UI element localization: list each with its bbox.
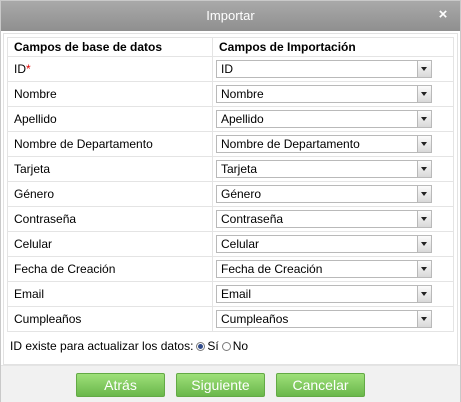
dialog-body: Campos de base de datos Campos de Import… <box>3 33 458 365</box>
chevron-down-icon[interactable] <box>417 111 431 127</box>
import-field-value: Fecha de Creación <box>221 262 323 276</box>
db-field-cell: Tarjeta <box>7 156 213 182</box>
chevron-down-icon[interactable] <box>417 286 431 302</box>
table-header-row: Campos de base de datos Campos de Import… <box>7 37 454 57</box>
db-field-label: Email <box>14 287 45 301</box>
table-row: Contraseña Contraseña <box>7 206 454 232</box>
db-field-label: Nombre <box>14 87 57 101</box>
chevron-down-icon[interactable] <box>417 61 431 77</box>
header-db-fields: Campos de base de datos <box>7 37 213 57</box>
table-row: Cumpleaños Cumpleaños <box>7 306 454 332</box>
import-field-cell: Email <box>212 281 454 307</box>
import-field-cell: Celular <box>212 231 454 257</box>
chevron-down-icon[interactable] <box>417 186 431 202</box>
next-button[interactable]: Siguiente <box>176 373 265 397</box>
chevron-down-icon[interactable] <box>417 311 431 327</box>
import-field-select[interactable]: Nombre de Departamento <box>216 135 432 153</box>
import-field-value: Nombre de Departamento <box>221 137 360 151</box>
db-field-label: ID <box>14 62 26 76</box>
db-field-cell: ID* <box>7 56 213 82</box>
import-field-value: Género <box>221 187 262 201</box>
import-field-select[interactable]: Tarjeta <box>216 160 432 178</box>
import-field-select[interactable]: Celular <box>216 235 432 253</box>
import-field-cell: Fecha de Creación <box>212 256 454 282</box>
db-field-cell: Email <box>7 281 213 307</box>
import-field-value: Celular <box>221 237 260 251</box>
import-field-select[interactable]: ID <box>216 60 432 78</box>
db-field-cell: Cumpleaños <box>7 306 213 332</box>
db-field-label: Cumpleaños <box>14 312 82 326</box>
table-row: Nombre de Departamento Nombre de Departam… <box>7 131 454 157</box>
back-button[interactable]: Atrás <box>76 373 165 397</box>
table-row: Email Email <box>7 281 454 307</box>
db-field-label: Apellido <box>14 112 57 126</box>
import-field-select[interactable]: Apellido <box>216 110 432 128</box>
radio-no-label[interactable]: No <box>233 339 248 353</box>
table-row: Tarjeta Tarjeta <box>7 156 454 182</box>
radio-yes[interactable] <box>196 341 206 351</box>
db-field-cell: Fecha de Creación <box>7 256 213 282</box>
import-field-value: Nombre <box>221 87 264 101</box>
import-field-select[interactable]: Cumpleaños <box>216 310 432 328</box>
chevron-down-icon[interactable] <box>417 86 431 102</box>
import-field-select[interactable]: Email <box>216 285 432 303</box>
import-field-cell: Contraseña <box>212 206 454 232</box>
import-field-value: Email <box>221 287 252 301</box>
import-field-value: Apellido <box>221 112 264 126</box>
import-field-value: ID <box>221 62 233 76</box>
chevron-down-icon[interactable] <box>417 261 431 277</box>
import-field-select[interactable]: Nombre <box>216 85 432 103</box>
chevron-down-icon[interactable] <box>417 161 431 177</box>
db-field-cell: Nombre de Departamento <box>7 131 213 157</box>
db-field-label: Fecha de Creación <box>14 262 116 276</box>
import-field-cell: Cumpleaños <box>212 306 454 332</box>
db-field-label: Tarjeta <box>14 162 51 176</box>
update-option-label: ID existe para actualizar los datos: <box>10 339 194 353</box>
db-field-label: Género <box>14 187 55 201</box>
db-field-cell: Apellido <box>7 106 213 132</box>
required-marker: * <box>26 62 31 76</box>
table-row: ID* ID <box>7 56 454 82</box>
import-field-select[interactable]: Contraseña <box>216 210 432 228</box>
dialog-titlebar: Importar × <box>1 1 460 31</box>
field-mapping-area: Campos de base de datos Campos de Import… <box>7 37 455 338</box>
close-icon[interactable]: × <box>435 7 451 23</box>
chevron-down-icon[interactable] <box>417 136 431 152</box>
import-field-select[interactable]: Fecha de Creación <box>216 260 432 278</box>
import-field-cell: Nombre de Departamento <box>212 131 454 157</box>
chevron-down-icon[interactable] <box>417 211 431 227</box>
import-field-cell: ID <box>212 56 454 82</box>
table-row: Nombre Nombre <box>7 81 454 107</box>
dialog-footer: Atrás Siguiente Cancelar <box>1 365 460 402</box>
import-field-cell: Género <box>212 181 454 207</box>
import-dialog: Importar × Campos de base de datos Campo… <box>0 0 461 402</box>
table-row: Celular Celular <box>7 231 454 257</box>
chevron-down-icon[interactable] <box>417 236 431 252</box>
dialog-title: Importar <box>206 8 255 23</box>
db-field-cell: Género <box>7 181 213 207</box>
import-field-cell: Nombre <box>212 81 454 107</box>
table-row: Género Género <box>7 181 454 207</box>
import-field-cell: Apellido <box>212 106 454 132</box>
db-field-cell: Contraseña <box>7 206 213 232</box>
radio-no[interactable] <box>221 341 231 351</box>
db-field-label: Contraseña <box>14 212 77 226</box>
table-row: Apellido Apellido <box>7 106 454 132</box>
table-row: Fecha de Creación Fecha de Creación <box>7 256 454 282</box>
field-mapping-table: Campos de base de datos Campos de Import… <box>7 37 454 332</box>
update-option: ID existe para actualizar los datos: Sí … <box>10 339 248 353</box>
db-field-cell: Celular <box>7 231 213 257</box>
cancel-button[interactable]: Cancelar <box>276 373 365 397</box>
db-field-label: Nombre de Departamento <box>14 137 153 151</box>
import-field-value: Cumpleaños <box>221 312 289 326</box>
import-field-select[interactable]: Género <box>216 185 432 203</box>
db-field-label: Celular <box>14 237 53 251</box>
radio-yes-label[interactable]: Sí <box>207 339 218 353</box>
header-import-fields: Campos de Importación <box>212 37 454 57</box>
import-field-value: Contraseña <box>221 212 284 226</box>
db-field-cell: Nombre <box>7 81 213 107</box>
import-field-value: Tarjeta <box>221 162 258 176</box>
import-field-cell: Tarjeta <box>212 156 454 182</box>
